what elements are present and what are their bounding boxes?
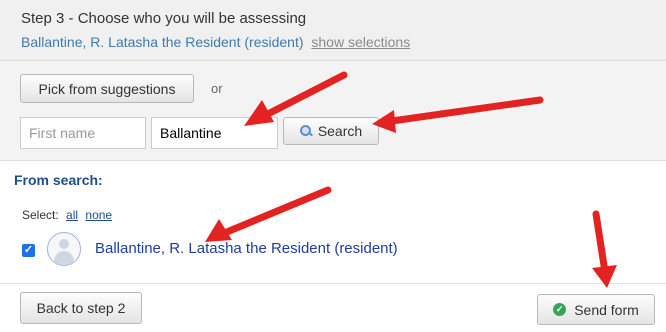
search-button-label: Search xyxy=(317,123,363,139)
results-heading: From search: xyxy=(14,172,103,188)
search-icon xyxy=(299,125,312,137)
select-none-link[interactable]: none xyxy=(85,208,112,222)
show-selections-link[interactable]: show selections xyxy=(311,34,410,50)
or-label: or xyxy=(211,81,223,96)
avatar-body xyxy=(54,251,74,265)
selection-summary: Ballantine, R. Latasha the Resident (res… xyxy=(21,34,410,50)
resident-checkbox[interactable]: ✓ xyxy=(22,244,35,257)
result-resident-name[interactable]: Ballantine, R. Latasha the Resident (res… xyxy=(95,240,398,257)
search-button[interactable]: Search xyxy=(283,117,379,145)
send-form-button[interactable]: ✓ Send form xyxy=(537,294,655,325)
step-title: Step 3 - Choose who you will be assessin… xyxy=(21,10,307,27)
arrow-to-result-shaft xyxy=(218,186,332,238)
step-header: Step 3 - Choose who you will be assessin… xyxy=(0,0,666,61)
selected-resident-name: Ballantine, R. Latasha the Resident (res… xyxy=(21,34,304,50)
footer-divider xyxy=(0,283,666,284)
send-form-label: Send form xyxy=(574,301,639,318)
list-item: ✓ Ballantine, R. Latasha the Resident (r… xyxy=(22,232,622,266)
avatar xyxy=(47,232,81,266)
avatar-head xyxy=(59,239,69,249)
select-label: Select: xyxy=(22,208,59,222)
check-circle-icon: ✓ xyxy=(553,303,567,316)
search-panel: Pick from suggestions or Search xyxy=(0,61,666,161)
arrow-to-send-form-head xyxy=(592,265,617,288)
select-controls: Select: all none xyxy=(22,208,112,222)
last-name-input[interactable] xyxy=(151,117,278,149)
first-name-input[interactable] xyxy=(20,117,146,149)
select-all-link[interactable]: all xyxy=(66,208,78,222)
pick-from-suggestions-button[interactable]: Pick from suggestions xyxy=(20,74,194,103)
back-to-step-2-button[interactable]: Back to step 2 xyxy=(20,292,142,324)
